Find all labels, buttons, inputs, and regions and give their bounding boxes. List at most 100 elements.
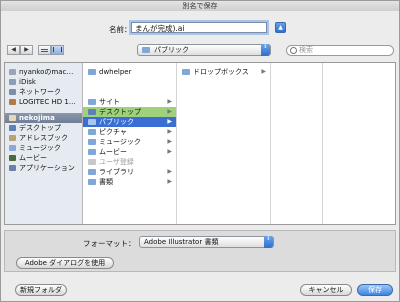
search-field[interactable]: 検索 bbox=[286, 45, 394, 56]
sidebar-item-logitec[interactable]: LOGITEC HD 1… bbox=[5, 97, 82, 107]
list-item[interactable]: ミュージック ▶ bbox=[83, 137, 176, 147]
sidebar-item-label: LOGITEC HD 1… bbox=[19, 98, 76, 106]
network-icon bbox=[9, 89, 16, 95]
expand-dialog-button[interactable]: ▲ bbox=[275, 22, 286, 33]
column-empty bbox=[323, 63, 395, 224]
music-icon bbox=[9, 145, 16, 151]
sidebar-item-label: アドレスブック bbox=[19, 134, 68, 142]
format-label: フォーマット： bbox=[83, 239, 136, 248]
sites-folder-icon bbox=[88, 99, 96, 105]
movies-folder-icon bbox=[88, 149, 96, 155]
list-item[interactable]: dwhelper bbox=[83, 67, 176, 77]
list-item[interactable]: 書類 ▶ bbox=[83, 177, 176, 187]
list-item[interactable]: ドロップボックス ▶ bbox=[177, 67, 270, 77]
sidebar-item-label: ムービー bbox=[19, 154, 47, 162]
movies-icon bbox=[9, 155, 16, 161]
sidebar-item-network[interactable]: ネットワーク bbox=[5, 87, 82, 97]
idisk-icon bbox=[9, 79, 16, 85]
name-label: 名前： bbox=[109, 25, 132, 34]
location-label: パブリック bbox=[154, 46, 189, 54]
search-placeholder: 検索 bbox=[299, 46, 313, 54]
library-folder-icon bbox=[88, 169, 96, 175]
sidebar-item-movies[interactable]: ムービー bbox=[5, 153, 82, 163]
name-row: 名前： まんが完成).ai ▲ bbox=[1, 21, 399, 37]
sidebar-item-label: nekojima bbox=[19, 114, 55, 122]
list-item[interactable]: ムービー ▶ bbox=[83, 147, 176, 157]
sidebar-item-desktop[interactable]: デスクトップ bbox=[5, 123, 82, 133]
sidebar-item-address-book[interactable]: アドレスブック bbox=[5, 133, 82, 143]
disclosure-arrow-icon: ▶ bbox=[167, 108, 172, 115]
toolbar: ◀ ▶ パブリック ⇕ 検索 bbox=[1, 43, 399, 59]
list-item-label: 書類 bbox=[99, 178, 113, 186]
list-item-label: dwhelper bbox=[99, 68, 132, 76]
back-arrow-icon: ◀ bbox=[11, 46, 16, 53]
pictures-folder-icon bbox=[88, 129, 96, 135]
sidebar-item-applications[interactable]: アプリケーション bbox=[5, 163, 82, 173]
sidebar-item-label: ミュージック bbox=[19, 144, 61, 152]
list-item-label: パブリック bbox=[99, 118, 134, 126]
music-folder-icon bbox=[88, 139, 96, 145]
sidebar-item-music[interactable]: ミュージック bbox=[5, 143, 82, 153]
cancel-button[interactable]: キャンセル bbox=[300, 284, 352, 296]
filename-input[interactable]: まんが完成).ai bbox=[131, 22, 267, 33]
format-value: Adobe Illustrator 書類 bbox=[144, 238, 219, 246]
list-item-label: ユーザ登録 bbox=[99, 158, 134, 166]
list-item-label: ピクチャ bbox=[99, 128, 127, 136]
sidebar-item-label: nyankoのmac… bbox=[19, 68, 74, 76]
list-view-icon bbox=[41, 49, 48, 52]
list-item[interactable]: ライブラリ ▶ bbox=[83, 167, 176, 177]
applications-icon bbox=[9, 165, 16, 171]
new-folder-button[interactable]: 新規フォルダ bbox=[15, 284, 67, 296]
disclosure-arrow-icon: ▶ bbox=[167, 118, 172, 125]
disclosure-arrow-icon: ▶ bbox=[167, 178, 172, 185]
desktop-folder-icon bbox=[88, 109, 96, 115]
save-as-dialog: 別名で保存 名前： まんが完成).ai ▲ ◀ ▶ パブリック ⇕ 検索 nya… bbox=[0, 0, 400, 302]
sidebar-item-home[interactable]: nekojima bbox=[5, 113, 82, 123]
list-view-button[interactable] bbox=[38, 45, 51, 55]
list-item-label: ドロップボックス bbox=[193, 68, 249, 76]
chevron-up-icon: ▲ bbox=[278, 24, 283, 31]
list-item-label: ムービー bbox=[99, 148, 127, 156]
forward-arrow-icon: ▶ bbox=[24, 46, 29, 53]
column-home: dwhelper サイト ▶ デスクトップ ▶ パブリック ▶ ピクチャ ▶ ミ… bbox=[83, 63, 177, 224]
sidebar-item-label: デスクトップ bbox=[19, 124, 61, 132]
column-view-button[interactable] bbox=[51, 45, 64, 55]
disk-icon bbox=[9, 99, 16, 105]
location-popup[interactable]: パブリック ⇕ bbox=[137, 44, 271, 56]
list-item[interactable]: サイト ▶ bbox=[83, 97, 176, 107]
format-popup[interactable]: Adobe Illustrator 書類 ⇕ bbox=[139, 236, 274, 248]
disclosure-arrow-icon: ▶ bbox=[167, 138, 172, 145]
popup-arrows-icon: ⇕ bbox=[261, 44, 270, 56]
sidebar-item-label: ネットワーク bbox=[19, 88, 61, 96]
disclosure-arrow-icon: ▶ bbox=[167, 148, 172, 155]
public-folder-icon bbox=[142, 47, 150, 53]
registration-icon bbox=[88, 159, 96, 165]
sidebar-item-computer[interactable]: nyankoのmac… bbox=[5, 67, 82, 77]
list-item-label: サイト bbox=[99, 98, 120, 106]
home-icon bbox=[9, 115, 16, 121]
disclosure-arrow-icon: ▶ bbox=[167, 128, 172, 135]
search-icon bbox=[290, 47, 297, 54]
column-public: ドロップボックス ▶ bbox=[177, 63, 271, 224]
back-button[interactable]: ◀ bbox=[7, 45, 20, 55]
list-item-label: デスクトップ bbox=[99, 108, 141, 116]
save-button[interactable]: 保存 bbox=[357, 284, 393, 296]
column-empty bbox=[271, 63, 323, 224]
sidebar-item-idisk[interactable]: iDisk bbox=[5, 77, 82, 87]
disclosure-arrow-icon: ▶ bbox=[261, 68, 266, 75]
file-browser: nyankoのmac… iDisk ネットワーク LOGITEC HD 1… n… bbox=[4, 62, 396, 225]
column-view-icon bbox=[53, 47, 62, 52]
list-item-label: ミュージック bbox=[99, 138, 141, 146]
list-item[interactable]: デスクトップ ▶ bbox=[83, 107, 176, 117]
options-panel: フォーマット： Adobe Illustrator 書類 ⇕ Adobe ダイア… bbox=[4, 230, 396, 272]
list-item[interactable]: ピクチャ ▶ bbox=[83, 127, 176, 137]
adobe-dialog-button[interactable]: Adobe ダイアログを使用 bbox=[16, 257, 114, 269]
sidebar-item-label: アプリケーション bbox=[19, 164, 75, 172]
forward-button[interactable]: ▶ bbox=[20, 45, 33, 55]
desktop-icon bbox=[9, 125, 16, 131]
list-item-label: ライブラリ bbox=[99, 168, 134, 176]
folder-icon bbox=[88, 69, 96, 75]
list-item[interactable]: パブリック ▶ bbox=[83, 117, 176, 127]
sidebar-item-label: iDisk bbox=[19, 78, 36, 86]
dropbox-folder-icon bbox=[182, 69, 190, 75]
